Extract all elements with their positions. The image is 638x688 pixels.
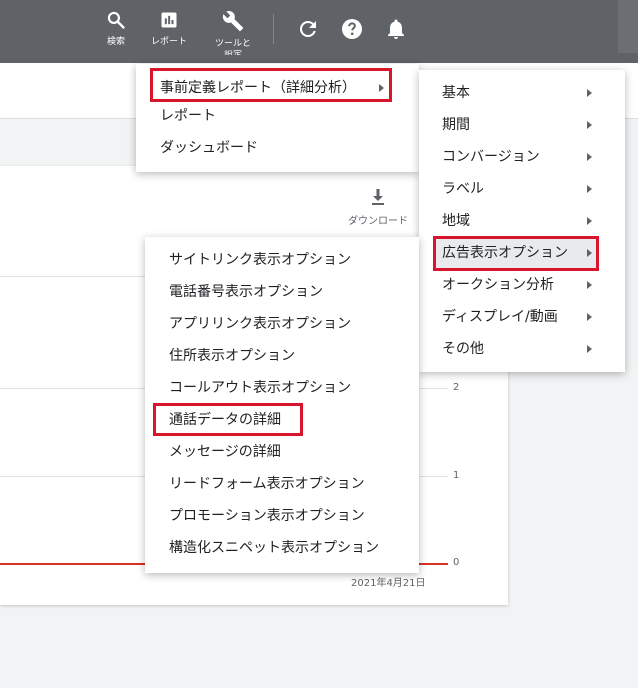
- reports-button[interactable]: レポート: [139, 10, 199, 48]
- download-button[interactable]: ダウンロード: [346, 188, 410, 227]
- chevron-right-icon: [587, 121, 592, 129]
- menu-item-reports[interactable]: レポート: [136, 100, 419, 132]
- help-icon: [342, 19, 362, 39]
- chevron-right-icon: [587, 89, 592, 97]
- download-label: ダウンロード: [348, 216, 408, 227]
- menu-item-label: コールアウト表示オプション: [169, 380, 351, 396]
- highlight-box: [153, 403, 303, 436]
- reports-label: レポート: [150, 37, 187, 47]
- search-icon: [107, 11, 125, 29]
- menu-item-call-extension[interactable]: 電話番号表示オプション: [145, 276, 419, 308]
- menu-item-lead-form[interactable]: リードフォーム表示オプション: [145, 468, 419, 500]
- menu-item-label: 期間: [442, 117, 470, 133]
- help-button[interactable]: [340, 17, 364, 41]
- menu-item-callout[interactable]: コールアウト表示オプション: [145, 372, 419, 404]
- menu-item-label: レポート: [160, 108, 216, 124]
- chevron-right-icon: [587, 281, 592, 289]
- notifications-button[interactable]: [384, 17, 408, 41]
- menu-item-promotion[interactable]: プロモーション表示オプション: [145, 500, 419, 532]
- search-label: 検索: [106, 37, 125, 47]
- bell-icon: [388, 19, 404, 39]
- menu-item-dashboards[interactable]: ダッシュボード: [136, 132, 419, 164]
- chevron-right-icon: [587, 153, 592, 161]
- menu-item-label: 地域: [442, 213, 470, 229]
- menu-item-display-video[interactable]: ディスプレイ/動画: [419, 301, 625, 333]
- tools-button[interactable]: ツールと 設定: [203, 10, 263, 55]
- wrench-icon: [222, 11, 244, 32]
- tools-label: ツールと: [214, 39, 251, 49]
- menu-item-label: プロモーション表示オプション: [169, 508, 365, 524]
- predefined-reports-menu: 基本 期間 コンバージョン ラベル 地域 広告表示オプション オークション分析 …: [419, 70, 625, 372]
- menu-item-label: オークション分析: [442, 277, 554, 293]
- y-tick-label: 1: [453, 470, 460, 481]
- menu-item-basic[interactable]: 基本: [419, 77, 625, 109]
- highlight-box: [433, 236, 599, 271]
- menu-item-geographic[interactable]: 地域: [419, 205, 625, 237]
- y-tick-label: 0: [453, 557, 460, 568]
- menu-item-label: メッセージの詳細: [169, 444, 281, 460]
- menu-item-other[interactable]: その他: [419, 333, 625, 365]
- menu-item-auction-insights[interactable]: オークション分析: [419, 269, 625, 301]
- chevron-right-icon: [587, 217, 592, 225]
- menu-item-message-details[interactable]: メッセージの詳細: [145, 436, 419, 468]
- menu-item-label: コンバージョン: [442, 149, 540, 165]
- refresh-icon: [299, 20, 316, 37]
- menu-item-label: ディスプレイ/動画: [442, 309, 558, 325]
- y-tick-label: 2: [453, 382, 460, 393]
- menu-item-label: サイトリンク表示オプション: [169, 252, 351, 268]
- menu-item-time[interactable]: 期間: [419, 109, 625, 141]
- menu-item-label: 電話番号表示オプション: [169, 284, 323, 300]
- menu-item-label: アプリリンク表示オプション: [169, 316, 351, 332]
- download-icon: [372, 189, 384, 205]
- search-button[interactable]: 検索: [86, 10, 146, 48]
- top-toolbar: 検索 レポート ツールと 設定: [0, 0, 638, 63]
- menu-item-label: 基本: [442, 85, 470, 101]
- menu-item-app-extension[interactable]: アプリリンク表示オプション: [145, 308, 419, 340]
- menu-item-label: 構造化スニペット表示オプション: [169, 540, 379, 556]
- chevron-right-icon: [587, 345, 592, 353]
- menu-item-label: ダッシュボード: [160, 140, 258, 156]
- toolbar-edge: [618, 0, 638, 53]
- menu-item-conversions[interactable]: コンバージョン: [419, 141, 625, 173]
- menu-item-sitelink[interactable]: サイトリンク表示オプション: [145, 244, 419, 276]
- menu-item-label: リードフォーム表示オプション: [169, 476, 365, 492]
- chevron-right-icon: [587, 185, 592, 193]
- card-divider: [0, 276, 145, 277]
- highlight-box: [150, 68, 392, 102]
- reports-menu: 事前定義レポート（詳細分析） レポート ダッシュボード: [136, 64, 419, 172]
- menu-item-label: その他: [442, 341, 484, 357]
- toolbar-separator: [273, 14, 274, 44]
- x-axis-date-label: 2021年4月21日: [351, 578, 426, 589]
- menu-item-labels[interactable]: ラベル: [419, 173, 625, 205]
- menu-item-location-extension[interactable]: 住所表示オプション: [145, 340, 419, 372]
- menu-item-structured-snippet[interactable]: 構造化スニペット表示オプション: [145, 532, 419, 564]
- menu-item-label: ラベル: [442, 181, 484, 197]
- chevron-right-icon: [587, 313, 592, 321]
- tools-label-2: 設定: [223, 50, 242, 55]
- ad-extensions-menu: サイトリンク表示オプション 電話番号表示オプション アプリリンク表示オプション …: [145, 237, 419, 573]
- menu-item-label: 住所表示オプション: [169, 348, 295, 364]
- bar-chart-icon: [161, 12, 177, 28]
- refresh-button[interactable]: [296, 17, 320, 41]
